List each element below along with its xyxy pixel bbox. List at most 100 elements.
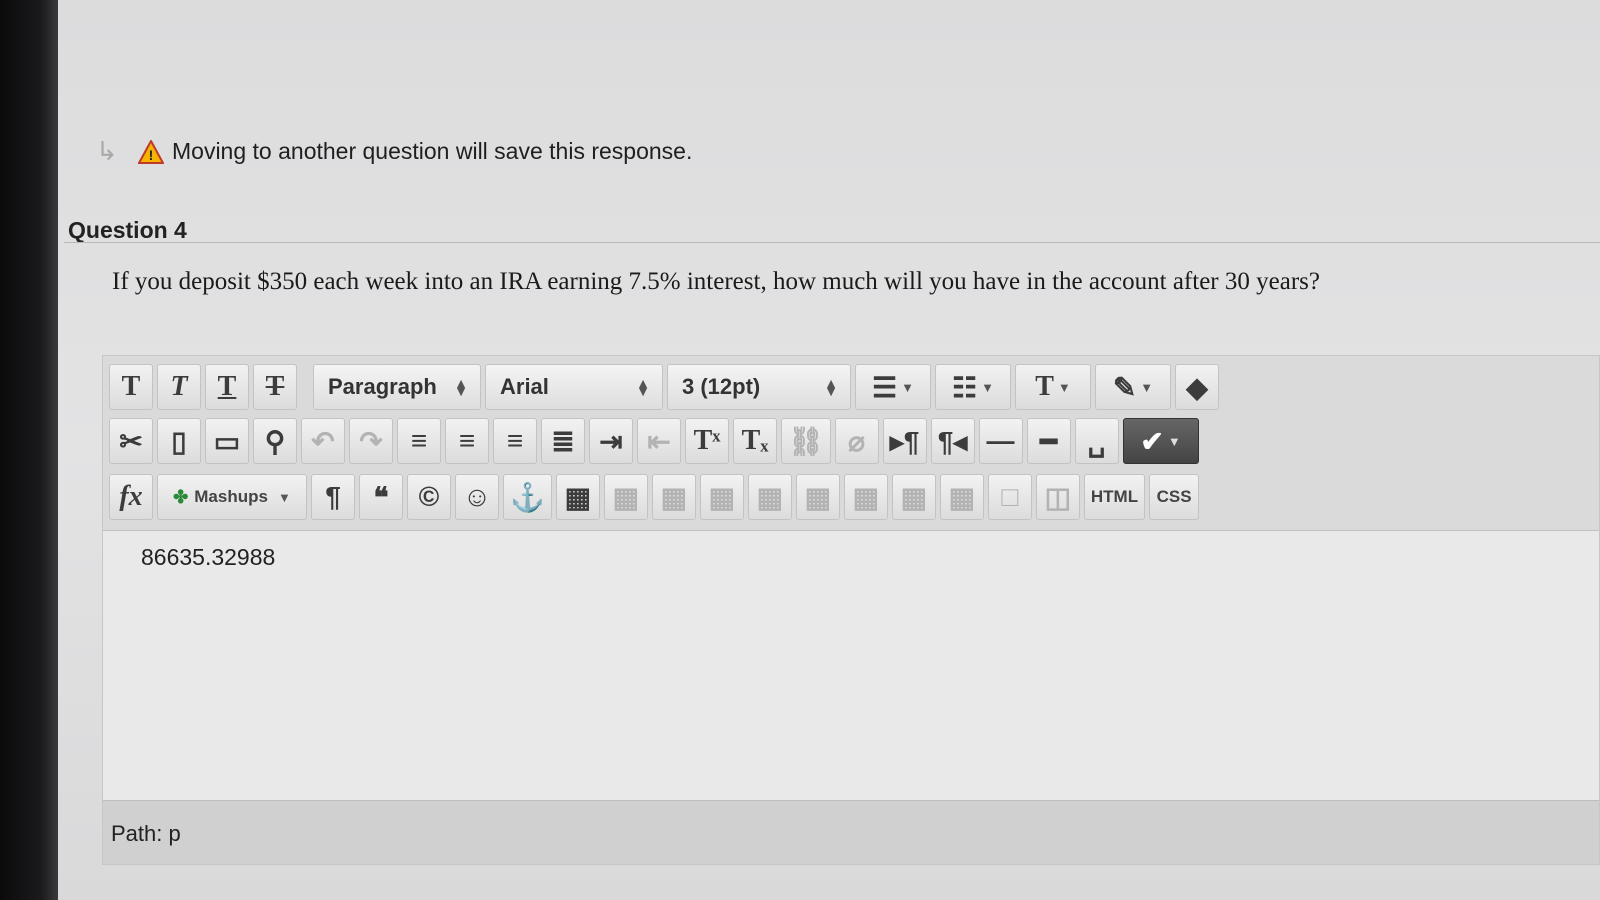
spellcheck-icon: ✔	[1140, 425, 1164, 457]
spellcheck-button[interactable]: ✔ ▼	[1122, 418, 1199, 464]
horizontal-rule-button[interactable]: —	[978, 418, 1023, 464]
table-delete-col-button[interactable]: ▦	[843, 474, 888, 520]
question-prompt: If you deposit $350 each week into an IR…	[112, 268, 1320, 295]
anchor-icon: ⚓	[510, 481, 545, 513]
unlink-button[interactable]: ⌀	[834, 418, 879, 464]
cut-button[interactable]: ✂	[109, 418, 153, 464]
dropdown-caret-icon: ▼	[1057, 379, 1071, 395]
box-icon: □	[1001, 481, 1019, 512]
underline-button[interactable]: T	[205, 364, 249, 410]
rtl-button[interactable]: ¶◂	[930, 418, 975, 464]
screen-bezel	[0, 0, 58, 900]
table-col-icon: ▦	[852, 481, 880, 513]
show-blocks-button[interactable]: ¶	[311, 474, 355, 520]
space-icon: ␣	[1087, 425, 1106, 457]
superscript-button[interactable]: Tˣ	[685, 418, 729, 464]
blockquote-button[interactable]: ❝	[359, 474, 403, 520]
table-cell-icon: ▦	[948, 481, 976, 513]
rich-text-editor: T T T T Paragraph ▲ ▼ Arial ▲ ▼ 3 (12pt) ▲…	[102, 355, 1600, 865]
dropdown-caret-icon: ▼	[981, 379, 994, 395]
paragraph-format-select[interactable]: Paragraph ▲ ▼	[313, 364, 481, 410]
table-split-cell-button[interactable]: ▦	[891, 474, 936, 520]
response-text[interactable]: 86635.32988	[141, 544, 275, 571]
align-justify-button[interactable]: ≣	[541, 418, 585, 464]
redo-button[interactable]: ↷	[349, 418, 393, 464]
paragraph-format-value: Paragraph	[328, 374, 437, 399]
nonbreaking-space-button[interactable]: ␣	[1074, 418, 1119, 464]
warning-icon: !	[137, 138, 165, 164]
paste-button[interactable]: ▭	[205, 418, 249, 464]
undo-button[interactable]: ↶	[301, 418, 345, 464]
insert-table-button[interactable]: ▦	[555, 474, 600, 520]
table-col-before-button[interactable]: ▦	[747, 474, 792, 520]
outdent-button[interactable]: ⇤	[637, 418, 681, 464]
css-button[interactable]: CSS	[1149, 474, 1200, 520]
italic-button[interactable]: T	[157, 364, 201, 410]
align-right-button[interactable]: ≡	[493, 418, 537, 464]
insert-columns-button[interactable]: ◫	[1035, 474, 1080, 520]
align-center-icon: ≡	[458, 425, 476, 456]
math-editor-button[interactable]: fx	[109, 474, 153, 520]
clear-formatting-button[interactable]: ◆	[1175, 364, 1219, 410]
copy-icon: ▯	[171, 425, 187, 457]
indent-icon: ⇥	[599, 425, 623, 457]
table-row-after-button[interactable]: ▦	[651, 474, 696, 520]
search-icon: ⚲	[264, 425, 286, 457]
table-col-after-button[interactable]: ▦	[795, 474, 840, 520]
left-to-right-icon: ▸¶	[889, 425, 920, 457]
strikethrough-button[interactable]: T	[253, 364, 297, 410]
quote-icon: ❝	[373, 481, 389, 513]
link-icon: ⛓	[788, 425, 824, 457]
indent-button[interactable]: ⇥	[589, 418, 633, 464]
align-center-button[interactable]: ≡	[445, 418, 489, 464]
editor-content-area[interactable]: 86635.32988	[103, 532, 1599, 802]
mashups-dropdown[interactable]: ✤ Mashups ▼	[157, 474, 307, 520]
bold-button[interactable]: T	[109, 364, 153, 410]
insert-link-button[interactable]: ⛓	[781, 418, 831, 464]
table-delete-row-button[interactable]: ▦	[699, 474, 744, 520]
bullet-list-icon: ☰	[872, 371, 898, 403]
align-left-icon: ≡	[410, 425, 428, 456]
font-family-select[interactable]: Arial ▲ ▼	[485, 364, 663, 410]
bullet-list-button[interactable]: ☰ ▼	[855, 364, 931, 410]
find-button[interactable]: ⚲	[253, 418, 297, 464]
table-merge-cell-button[interactable]: ▦	[939, 474, 984, 520]
font-family-value: Arial	[500, 374, 549, 399]
text-color-button[interactable]: T ▼	[1015, 364, 1091, 410]
table-row-before-button[interactable]: ▦	[603, 474, 648, 520]
html-source-button[interactable]: HTML	[1083, 474, 1146, 520]
right-to-left-icon: ¶◂	[937, 425, 968, 457]
subscript-button[interactable]: Tₓ	[733, 418, 777, 464]
strikethrough-icon: T	[265, 371, 285, 402]
highlight-color-button[interactable]: ✎ ▼	[1095, 364, 1171, 410]
thick-rule-button[interactable]: ━	[1026, 418, 1071, 464]
align-left-button[interactable]: ≡	[397, 418, 441, 464]
emoticon-button[interactable]: ☺	[455, 474, 499, 520]
toolbar-row-3: fx ✤ Mashups ▼ ¶ ❝ © ☺ ⚓ ▦ ▦ ▦ ▦ ▦ ▦ ▦ ▦	[109, 474, 1200, 520]
table-col-icon: ▦	[756, 481, 784, 513]
save-notice-text: Moving to another question will save thi…	[172, 138, 693, 164]
unlink-icon: ⌀	[848, 425, 865, 457]
insert-box-button[interactable]: □	[987, 474, 1032, 520]
toolbar-row-2: ✂ ▯ ▭ ⚲ ↶ ↷ ≡ ≡ ≡ ≣ ⇥ ⇤ Tˣ Tₓ ⛓ ⌀ ▸¶ ¶◂ …	[109, 418, 1199, 464]
smiley-icon: ☺	[462, 481, 492, 512]
save-notice: ↳ ! Moving to another question will save…	[96, 136, 692, 167]
mashups-icon: ✤	[173, 486, 189, 507]
special-character-button[interactable]: ©	[407, 474, 451, 520]
subscript-icon: Tₓ	[741, 425, 769, 456]
eraser-icon: ◆	[1186, 371, 1208, 403]
align-right-icon: ≡	[506, 425, 524, 456]
superscript-icon: Tˣ	[693, 425, 721, 456]
highlighter-icon: ✎	[1112, 371, 1137, 403]
ltr-button[interactable]: ▸¶	[882, 418, 927, 464]
editor-statusbar: Path: p	[103, 800, 1599, 864]
css-label: CSS	[1156, 487, 1192, 506]
dropdown-caret-icon: ▼	[1140, 379, 1154, 395]
updown-caret-icon: ▲ ▼	[824, 375, 838, 399]
table-icon: ▦	[564, 481, 592, 513]
updown-caret-icon: ▲ ▼	[454, 375, 468, 399]
font-size-select[interactable]: 3 (12pt) ▲ ▼	[667, 364, 851, 410]
copy-button[interactable]: ▯	[157, 418, 201, 464]
numbered-list-button[interactable]: ☷ ▼	[935, 364, 1011, 410]
anchor-button[interactable]: ⚓	[503, 474, 552, 520]
